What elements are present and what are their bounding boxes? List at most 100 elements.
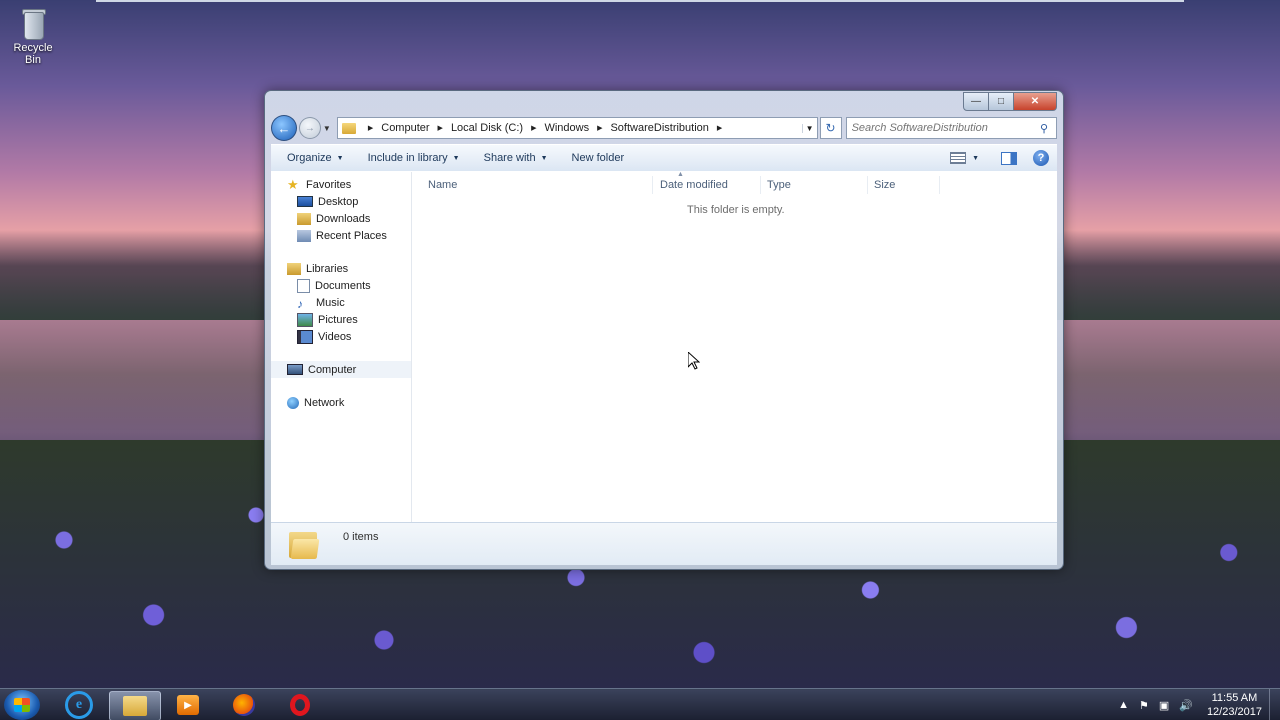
- star-icon: ★: [287, 176, 299, 192]
- breadcrumb-computer[interactable]: Computer ▶: [381, 122, 451, 134]
- details-pane: 0 items: [271, 522, 1057, 565]
- volume-icon[interactable]: 🔊: [1179, 699, 1193, 712]
- nav-documents[interactable]: Documents: [297, 277, 371, 294]
- network-status-icon[interactable]: ▣: [1159, 699, 1169, 712]
- share-with-button[interactable]: Share with ▼: [476, 152, 556, 164]
- column-header-type[interactable]: Type: [767, 176, 791, 194]
- nav-downloads[interactable]: Downloads: [297, 210, 370, 227]
- chevron-down-icon: ▼: [452, 154, 460, 162]
- recent-places-icon: [297, 229, 311, 242]
- windows-logo-icon: [14, 698, 30, 712]
- address-bar[interactable]: ▶ Computer ▶ Local Disk (C:) ▶ Windows ▶ So…: [336, 117, 818, 139]
- column-divider[interactable]: [867, 176, 868, 194]
- include-in-library-button[interactable]: Include in library ▼: [360, 152, 468, 164]
- nav-network[interactable]: Network: [287, 394, 344, 411]
- chevron-down-icon: ▼: [336, 154, 344, 162]
- nav-computer[interactable]: Computer: [271, 361, 411, 378]
- column-divider[interactable]: [652, 176, 653, 194]
- maximize-button[interactable]: □: [989, 92, 1014, 111]
- address-dropdown-icon[interactable]: ▼: [801, 123, 817, 133]
- pictures-icon: [297, 312, 313, 327]
- taskbar-media-player[interactable]: ▶: [163, 691, 213, 719]
- computer-icon: [287, 364, 303, 375]
- nav-videos[interactable]: Videos: [297, 328, 351, 345]
- music-icon: ♪: [297, 296, 303, 311]
- nav-recent-places[interactable]: Recent Places: [297, 227, 387, 244]
- action-center-icon[interactable]: ⚑: [1139, 699, 1149, 712]
- search-box[interactable]: ⚲: [845, 117, 1058, 139]
- libraries-icon: [287, 262, 301, 275]
- folder-icon: [341, 122, 356, 134]
- documents-icon: [297, 278, 310, 293]
- desktop-icon: [297, 196, 313, 207]
- breadcrumb-arrow-icon[interactable]: ▶: [438, 124, 443, 132]
- chevron-down-icon: ▼: [540, 154, 548, 162]
- internet-explorer-icon: e: [65, 691, 93, 719]
- navigation-pane: ★ Favorites Desktop Downloads Recent Plac…: [271, 172, 412, 522]
- command-bar: Organize ▼ Include in library ▼ Share with…: [271, 144, 1057, 172]
- show-desktop-button[interactable]: [1269, 689, 1280, 720]
- top-strip: [96, 0, 1184, 2]
- media-player-icon: ▶: [177, 695, 199, 715]
- downloads-icon: [297, 212, 311, 225]
- folder-icon: [123, 696, 147, 716]
- search-icon[interactable]: ⚲: [1040, 122, 1056, 135]
- help-icon[interactable]: ?: [1033, 150, 1049, 166]
- item-count: 0 items: [343, 531, 379, 543]
- change-view-icon[interactable]: [950, 152, 967, 164]
- window-controls: — □ ✕: [963, 92, 1057, 111]
- breadcrumb-local-disk[interactable]: Local Disk (C:) ▶: [451, 122, 545, 134]
- show-hidden-icons-icon[interactable]: ▲: [1118, 699, 1129, 711]
- taskbar-firefox[interactable]: [219, 691, 269, 719]
- start-button[interactable]: [4, 690, 40, 720]
- column-divider[interactable]: [760, 176, 761, 194]
- file-list[interactable]: ▲ Name Date modified Type Size This fold…: [412, 171, 1057, 522]
- breadcrumb-arrow-icon[interactable]: ▶: [531, 124, 536, 132]
- breadcrumb-arrow-icon[interactable]: ▶: [717, 124, 722, 132]
- back-button[interactable]: ←: [271, 115, 297, 141]
- system-tray: ▲ ⚑ ▣ 🔊 11:55 AM 12/23/2017: [1118, 689, 1280, 720]
- clock-date: 12/23/2017: [1206, 706, 1262, 718]
- navigation-bar: ← → ▼ ▶ Computer ▶ Local Disk (C:) ▶ Windo…: [271, 115, 1058, 141]
- breadcrumb-windows[interactable]: Windows ▶: [544, 122, 610, 134]
- minimize-button[interactable]: —: [963, 92, 989, 111]
- column-header-name[interactable]: Name: [428, 176, 457, 194]
- preview-pane-icon[interactable]: [1001, 151, 1017, 165]
- breadcrumb-softwaredistribution[interactable]: SoftwareDistribution ▶: [610, 122, 730, 134]
- taskbar-internet-explorer[interactable]: e: [54, 691, 104, 719]
- views-dropdown-icon[interactable]: ▼: [972, 155, 979, 162]
- nav-libraries[interactable]: Libraries: [287, 260, 348, 277]
- nav-pictures[interactable]: Pictures: [297, 311, 358, 328]
- videos-icon: [297, 329, 313, 344]
- column-header-date-modified[interactable]: Date modified: [660, 176, 728, 194]
- taskbar: e ▶ ▲ ⚑ ▣ 🔊 11:55 AM 12/23/2017: [0, 688, 1280, 720]
- taskbar-opera[interactable]: [275, 691, 325, 719]
- network-icon: [287, 396, 299, 409]
- search-input[interactable]: [846, 121, 1041, 135]
- breadcrumb-arrow-icon[interactable]: ▶: [597, 124, 602, 132]
- close-button[interactable]: ✕: [1014, 92, 1057, 111]
- refresh-button[interactable]: ↻: [819, 117, 842, 139]
- folder-icon: [289, 529, 320, 559]
- opera-icon: [290, 694, 310, 716]
- clock-time: 11:55 AM: [1211, 692, 1258, 704]
- nav-desktop[interactable]: Desktop: [297, 193, 358, 210]
- column-header-size[interactable]: Size: [874, 176, 895, 194]
- forward-button[interactable]: →: [298, 117, 321, 139]
- recent-pages-dropdown[interactable]: ▼: [323, 124, 333, 133]
- nav-music[interactable]: ♪ Music: [297, 294, 345, 311]
- explorer-body: ★ Favorites Desktop Downloads Recent Plac…: [271, 171, 1057, 522]
- breadcrumb-arrow-icon[interactable]: ▶: [368, 124, 373, 132]
- recycle-bin-desktop-icon[interactable]: Recycle Bin: [4, 6, 62, 66]
- taskbar-windows-explorer[interactable]: [109, 691, 161, 720]
- clock[interactable]: 11:55 AM 12/23/2017: [1207, 691, 1262, 719]
- mouse-cursor-icon: [687, 350, 701, 373]
- recycle-bin-icon: [19, 6, 47, 40]
- nav-favorites[interactable]: ★ Favorites: [287, 176, 351, 193]
- firefox-icon: [233, 694, 255, 716]
- new-folder-button[interactable]: New folder: [564, 152, 633, 164]
- explorer-window: — □ ✕ ← → ▼ ▶ Computer ▶ Local Disk (C:) ▶…: [264, 90, 1064, 570]
- column-divider[interactable]: [939, 176, 940, 194]
- recycle-bin-label: Recycle Bin: [13, 42, 53, 66]
- organize-button[interactable]: Organize ▼: [279, 152, 352, 164]
